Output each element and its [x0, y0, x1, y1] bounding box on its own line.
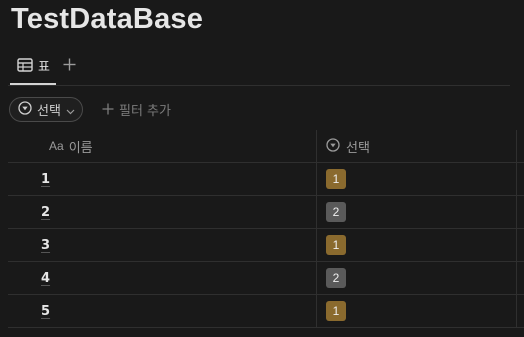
page-title[interactable]: TestDataBase: [11, 3, 203, 36]
add-filter-label: 필터 추가: [119, 104, 171, 119]
select-property-icon: [326, 137, 340, 156]
select-cell[interactable]: 1: [317, 229, 517, 261]
name-cell[interactable]: 1: [8, 163, 317, 195]
row-title[interactable]: 3: [41, 238, 50, 253]
select-cell[interactable]: 2: [317, 196, 517, 228]
name-cell[interactable]: 4: [8, 262, 317, 294]
table-icon: [17, 58, 33, 72]
add-filter-button[interactable]: 필터 추가: [102, 99, 171, 120]
row-title[interactable]: 5: [41, 304, 50, 319]
view-tabs: 표: [10, 52, 80, 85]
notion-database-page: TestDataBase 표 선택 필터 추가 Aa 이름 선택 1 1 2 2…: [0, 0, 524, 337]
filter-chip-label: 선택: [37, 104, 61, 119]
table-row[interactable]: 5 1: [8, 295, 524, 328]
table-row[interactable]: 2 2: [8, 196, 524, 229]
chevron-down-icon: [66, 100, 75, 119]
text-property-icon: Aa: [49, 139, 64, 153]
row-title[interactable]: 4: [41, 271, 50, 286]
select-cell[interactable]: 2: [317, 262, 517, 294]
select-tag: 2: [326, 268, 346, 288]
select-tag: 2: [326, 202, 346, 222]
column-header-label: 선택: [346, 140, 370, 156]
select-tag: 1: [326, 235, 346, 255]
tabs-divider: [8, 85, 510, 86]
name-cell[interactable]: 5: [8, 295, 317, 327]
table-row[interactable]: 4 2: [8, 262, 524, 295]
column-header-label: 이름: [68, 140, 93, 156]
name-cell[interactable]: 2: [8, 196, 317, 228]
table-header-row: Aa 이름 선택: [8, 130, 524, 163]
table-row[interactable]: 1 1: [8, 163, 524, 196]
select-property-icon: [18, 100, 32, 119]
select-cell[interactable]: 1: [317, 163, 517, 195]
select-cell[interactable]: 1: [317, 295, 517, 327]
database-table: Aa 이름 선택 1 1 2 2 3 1 4 2 5 1: [8, 130, 524, 328]
column-header-select[interactable]: 선택: [317, 130, 517, 162]
tab-label: 표: [38, 59, 50, 75]
select-tag: 1: [326, 301, 346, 321]
add-view-button[interactable]: [60, 52, 80, 78]
table-row[interactable]: 3 1: [8, 229, 524, 262]
column-header-name[interactable]: Aa 이름: [8, 130, 317, 162]
row-title[interactable]: 1: [41, 172, 50, 187]
select-filter-chip[interactable]: 선택: [9, 97, 83, 122]
tab-table-view[interactable]: 표: [10, 52, 56, 85]
row-title[interactable]: 2: [41, 205, 50, 220]
plus-icon: [102, 100, 114, 119]
name-cell[interactable]: 3: [8, 229, 317, 261]
plus-icon: [63, 56, 76, 75]
select-tag: 1: [326, 169, 346, 189]
